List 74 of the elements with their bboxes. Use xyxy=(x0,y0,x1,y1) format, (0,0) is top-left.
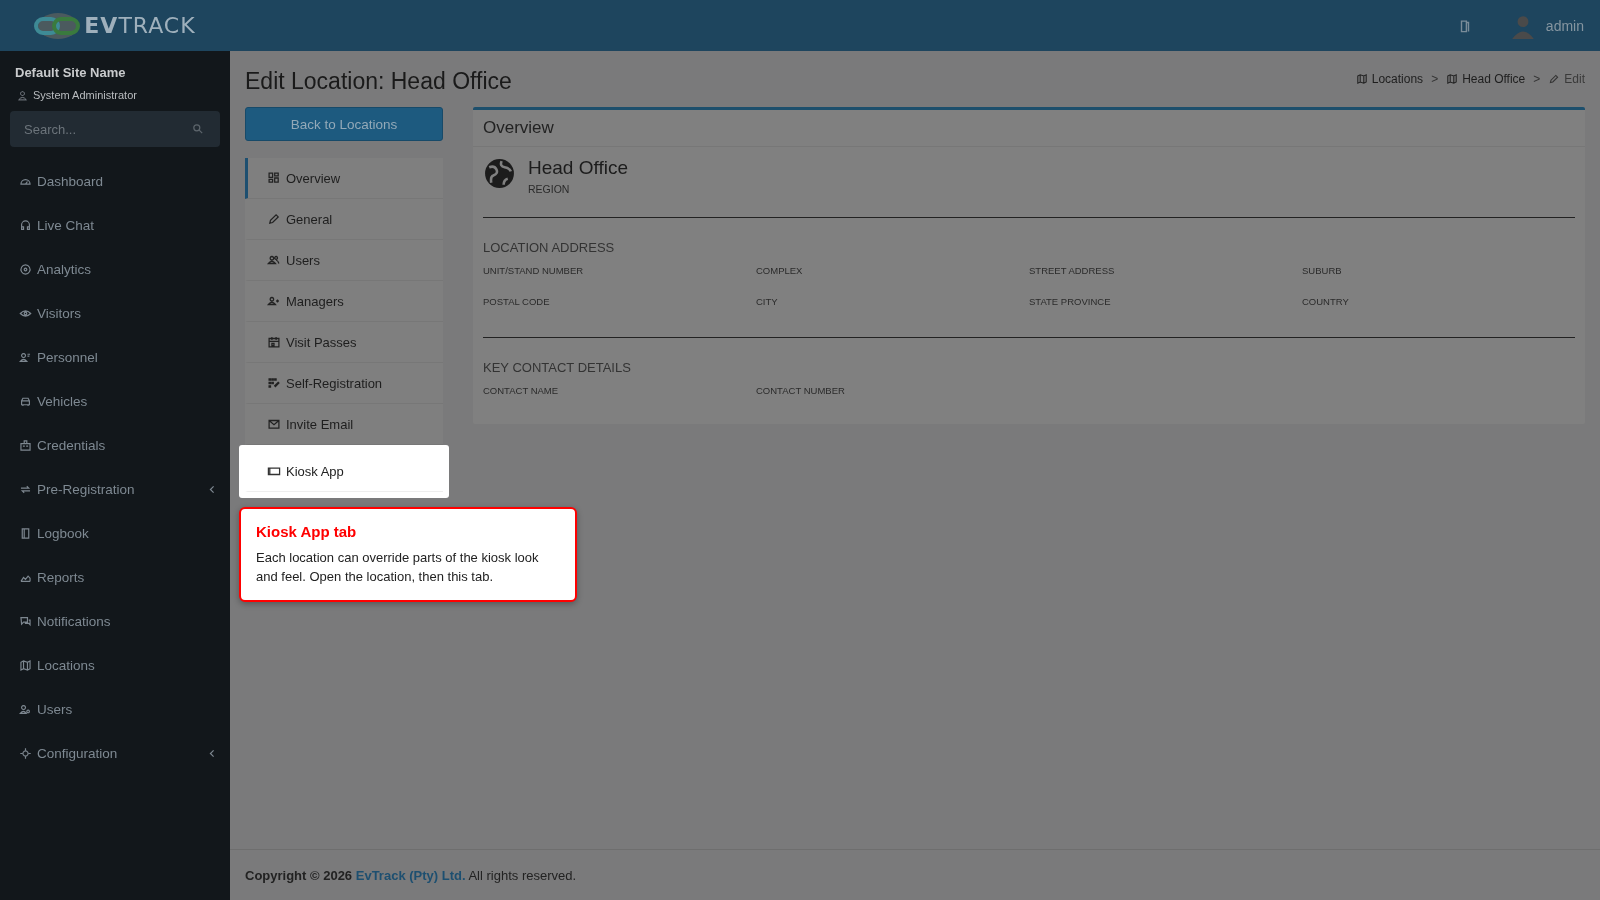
user-icon xyxy=(17,89,28,101)
brand-name: EVTRACK xyxy=(84,13,196,38)
tab-icon xyxy=(267,171,281,185)
tab-icon xyxy=(267,376,281,390)
pencil-icon xyxy=(1548,73,1561,85)
field-label: COMPLEX xyxy=(756,265,804,276)
section-heading: LOCATION ADDRESS xyxy=(483,240,616,255)
back-button[interactable]: Back to Locations xyxy=(245,107,443,141)
globe-icon xyxy=(483,157,516,190)
nav-icon xyxy=(19,526,32,540)
map-icon xyxy=(1446,73,1459,85)
map-icon xyxy=(1355,73,1368,85)
nav-icon xyxy=(19,262,32,276)
field-label: CONTACT NUMBER xyxy=(756,385,846,396)
field-label: STREET ADDRESS xyxy=(1029,265,1116,276)
nav-icon xyxy=(19,218,32,232)
tab[interactable]: Managers xyxy=(245,281,443,322)
field-label: POSTAL CODE xyxy=(483,296,551,307)
location-type: REGION xyxy=(528,183,571,195)
nav-item[interactable]: Configuration xyxy=(10,731,220,775)
nav-item[interactable]: Visitors xyxy=(10,291,220,335)
logo-icon xyxy=(34,10,83,41)
user-name[interactable]: admin xyxy=(1545,17,1584,34)
page-title: Edit Location: Head Office xyxy=(245,66,512,95)
nav-icon xyxy=(19,614,32,628)
tooltip-title: Kiosk App tab xyxy=(256,523,358,540)
user-role: System Administrator xyxy=(33,89,137,101)
copyright-text: Copyright © 2026 EvTrack (Pty) Ltd. All rights reserved. xyxy=(245,867,577,883)
nav-item[interactable]: Dashboard xyxy=(10,159,220,203)
field-label: UNIT/STAND NUMBER xyxy=(483,265,585,276)
breadcrumb-link[interactable]: Locations xyxy=(1355,72,1424,86)
site-name: Default Site Name xyxy=(14,65,127,80)
nav-icon xyxy=(19,702,32,716)
breadcrumb-separator: > xyxy=(1533,72,1541,86)
tab-icon xyxy=(267,417,281,431)
nav-item[interactable]: Pre-Registration xyxy=(10,467,220,511)
nav-item[interactable]: Users xyxy=(10,687,220,731)
tab-icon xyxy=(267,253,281,267)
search-field[interactable]: Search... xyxy=(10,111,220,147)
field-label: COUNTRY xyxy=(1302,296,1350,307)
tooltip-text: Each location can override parts of the kiosk look and feel. Open the location, then this tab. xyxy=(256,549,540,586)
tab-icon xyxy=(267,294,281,308)
tab[interactable]: Self-Registration xyxy=(245,363,443,404)
nav-item[interactable]: Credentials xyxy=(10,423,220,467)
tab-icon xyxy=(267,212,281,226)
nav-item[interactable]: Vehicles xyxy=(10,379,220,423)
breadcrumb-link[interactable]: Edit xyxy=(1548,72,1585,86)
tab[interactable]: Overview xyxy=(245,158,443,199)
nav-icon xyxy=(19,438,32,452)
nav-icon xyxy=(19,658,32,672)
field-label: CONTACT NAME xyxy=(483,385,560,396)
search-icon[interactable] xyxy=(192,123,204,135)
nav-item[interactable]: Logbook xyxy=(10,511,220,555)
tab[interactable]: General xyxy=(245,199,443,240)
location-name: Head Office xyxy=(528,157,628,179)
tab[interactable]: Users xyxy=(245,240,443,281)
field-label: SUBURB xyxy=(1302,265,1343,276)
nav-item[interactable]: Notifications xyxy=(10,599,220,643)
tab[interactable]: Visit Passes xyxy=(245,322,443,363)
section-heading: KEY CONTACT DETAILS xyxy=(483,360,632,375)
nav-item[interactable]: Locations xyxy=(10,643,220,687)
nav-icon xyxy=(19,746,32,760)
card-title: Overview xyxy=(473,110,1585,147)
field-label: STATE PROVINCE xyxy=(1029,296,1112,307)
nav-item[interactable]: Live Chat xyxy=(10,203,220,247)
breadcrumb-link[interactable]: Head Office xyxy=(1446,72,1526,86)
field-label: CITY xyxy=(756,296,779,307)
tab-icon xyxy=(267,335,281,349)
nav-item[interactable]: Analytics xyxy=(10,247,220,291)
nav-icon xyxy=(19,350,32,364)
tab[interactable]: Invite Email xyxy=(245,404,443,445)
nav-item[interactable]: Reports xyxy=(10,555,220,599)
nav-item[interactable]: Personnel xyxy=(10,335,220,379)
breadcrumb-separator: > xyxy=(1431,72,1439,86)
